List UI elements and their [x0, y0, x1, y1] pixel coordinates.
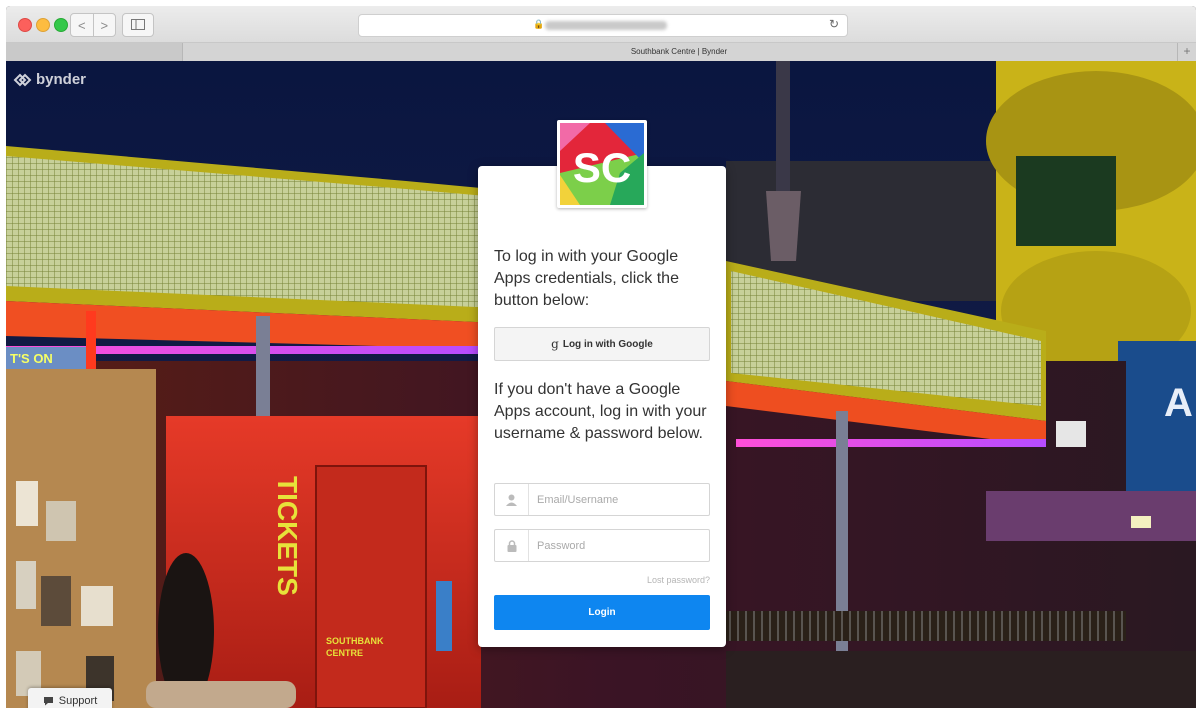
support-button[interactable]: Support [28, 688, 112, 708]
forward-button[interactable]: > [92, 14, 116, 36]
password-input[interactable] [537, 530, 701, 561]
google-intro-text: To log in with your Google Apps credenti… [494, 248, 679, 309]
sidebar-icon [131, 19, 145, 30]
tab-bar: Southbank Centre | Bynder + [6, 43, 1196, 62]
google-login-label: Log in with Google [562, 338, 653, 350]
close-window-button[interactable] [18, 18, 32, 32]
page-viewport: TICKETS SOUTHBANK CENTRE T'S ON A bynder… [6, 61, 1196, 708]
chat-bubble-icon [43, 697, 53, 706]
tab-inactive[interactable] [6, 43, 183, 61]
url-text-redacted [545, 21, 667, 30]
browser-toolbar: < > 🔒 ↻ [6, 6, 1196, 43]
southbank-centre-logo: SC [557, 120, 647, 208]
login-card: SC To log in with your Google Apps crede… [478, 120, 726, 647]
bynder-name: bynder [36, 71, 87, 88]
user-icon [495, 484, 529, 515]
email-input[interactable] [537, 484, 701, 515]
bynder-logo-icon [13, 73, 32, 86]
minimize-window-button[interactable] [36, 18, 50, 32]
whats-on-sign: T'S ON [10, 351, 53, 366]
tickets-sign: TICKETS [272, 476, 303, 596]
login-button[interactable]: Login [494, 595, 710, 630]
sc-logo-graphic: SC [560, 123, 644, 205]
logo-text: SC [573, 144, 631, 191]
support-label: Support [58, 695, 98, 707]
sidebar-toggle-button[interactable] [122, 13, 154, 37]
banner-letter: A [1164, 381, 1193, 425]
password-field[interactable] [494, 529, 710, 562]
lock-icon [495, 530, 529, 561]
address-bar[interactable]: 🔒 ↻ [358, 14, 848, 37]
new-tab-button[interactable]: + [1177, 43, 1196, 61]
lost-password-link[interactable]: Lost password? [647, 575, 710, 585]
google-icon: g [551, 337, 559, 351]
browser-window: < > 🔒 ↻ Southbank Centre | Bynder + TICK… [6, 6, 1196, 708]
reload-icon[interactable]: ↻ [829, 17, 839, 31]
password-intro-text: If you don't have a Google Apps account,… [494, 381, 707, 442]
bynder-brand[interactable]: bynder [12, 71, 86, 88]
maximize-window-button[interactable] [54, 18, 68, 32]
southbank-sign: SOUTHBANK [326, 636, 384, 646]
tab-active-title[interactable]: Southbank Centre | Bynder [182, 43, 1176, 61]
history-nav: < > [70, 13, 116, 37]
back-button[interactable]: < [71, 14, 93, 36]
centre-sign: CENTRE [326, 648, 363, 658]
lock-icon: 🔒 [533, 19, 545, 29]
google-login-button[interactable]: g Log in with Google [494, 327, 710, 361]
email-field[interactable] [494, 483, 710, 516]
